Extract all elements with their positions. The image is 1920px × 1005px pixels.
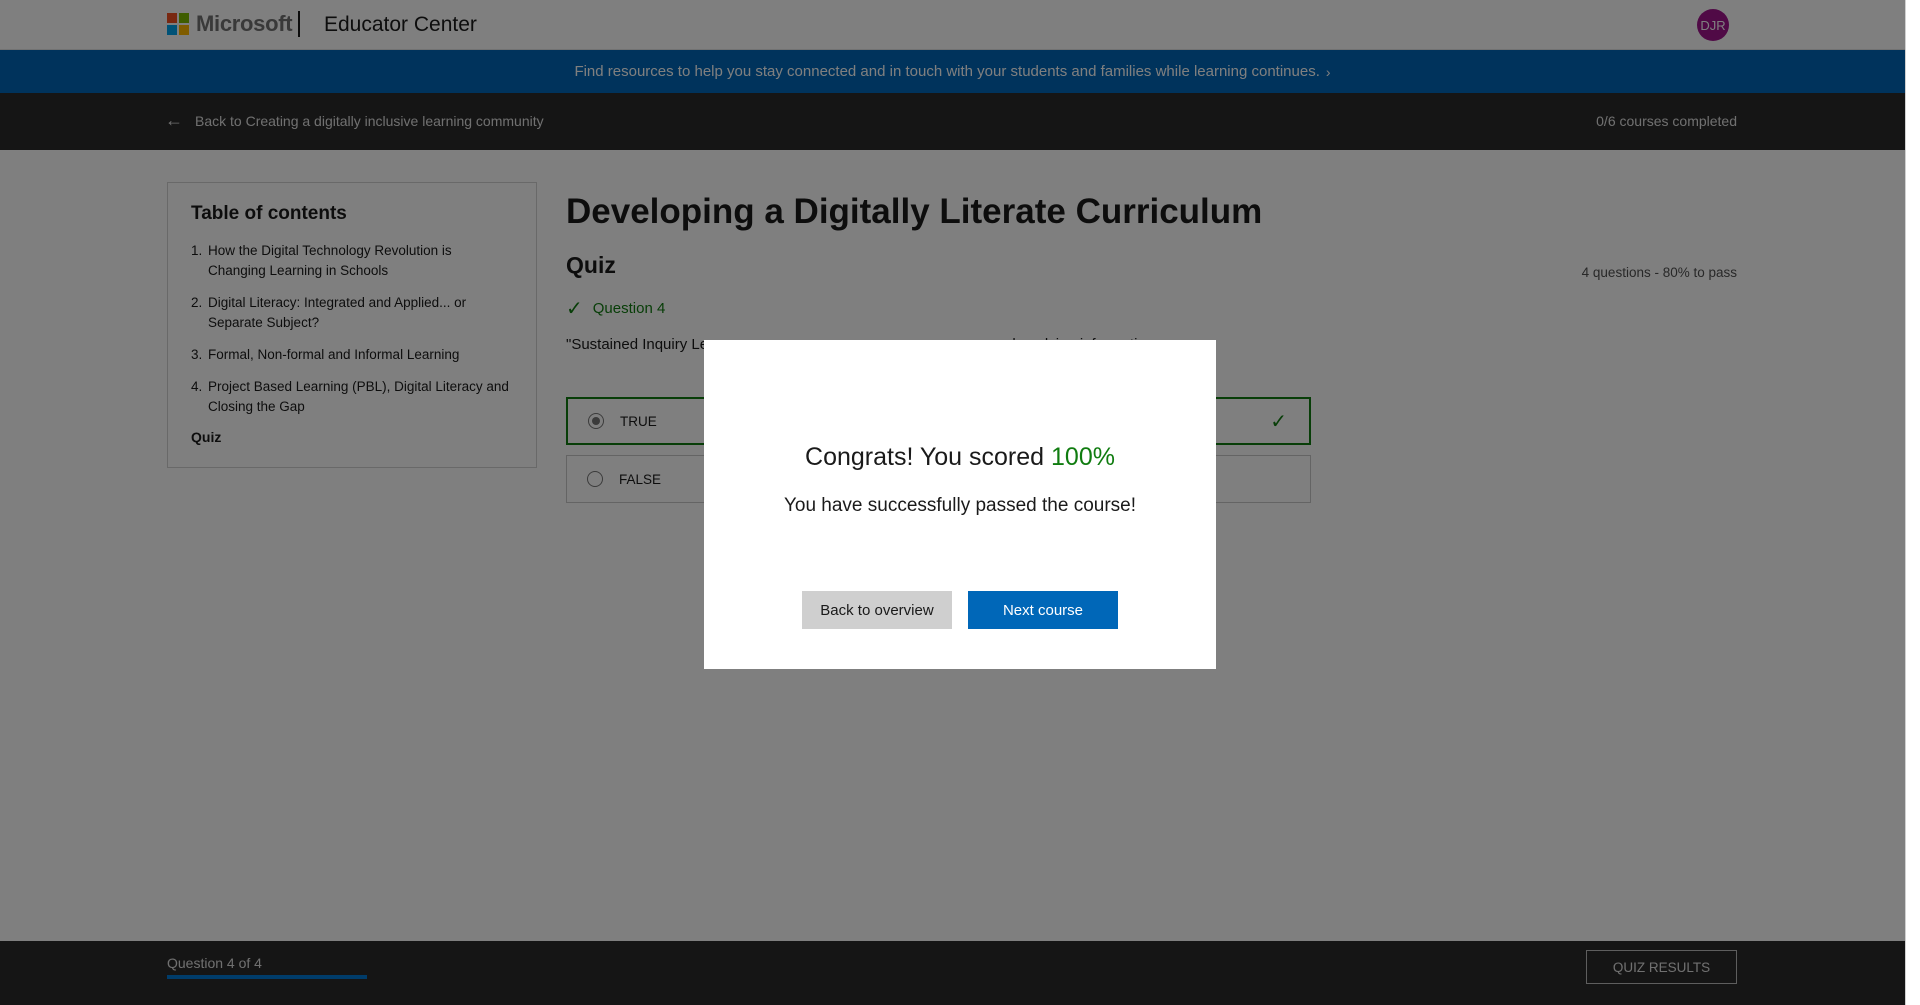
next-course-button[interactable]: Next course [968, 591, 1118, 629]
score-message: Congrats! You scored 100% [704, 443, 1216, 472]
back-to-overview-button[interactable]: Back to overview [802, 591, 952, 629]
pass-message: You have successfully passed the course! [783, 495, 1137, 516]
score-prefix: Congrats! You scored [805, 443, 1045, 471]
score-value: 100% [1051, 443, 1115, 471]
scrollbar-gutter[interactable] [1905, 0, 1920, 1005]
modal-overlay[interactable]: Congrats! You scored 100% You have succe… [0, 0, 1905, 1005]
page: Microsoft Educator Center DJR Find resou… [0, 0, 1905, 1005]
quiz-result-dialog: Congrats! You scored 100% You have succe… [704, 340, 1216, 669]
